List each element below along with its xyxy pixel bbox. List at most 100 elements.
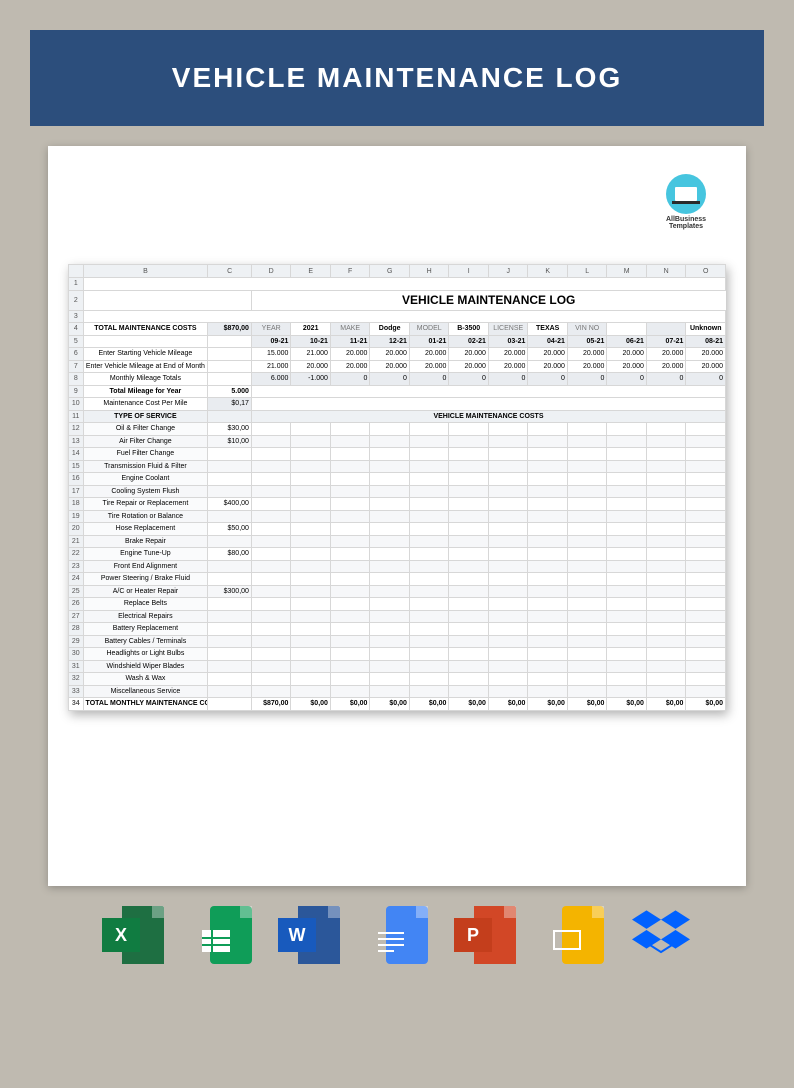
cell bbox=[291, 473, 331, 486]
cell bbox=[449, 448, 489, 461]
cell bbox=[488, 585, 528, 598]
cell bbox=[409, 685, 449, 698]
cell bbox=[330, 510, 370, 523]
cell bbox=[370, 598, 410, 611]
cell bbox=[607, 498, 647, 511]
cell bbox=[251, 610, 291, 623]
service-name: Windshield Wiper Blades bbox=[83, 660, 208, 673]
cell bbox=[370, 423, 410, 436]
cell bbox=[607, 598, 647, 611]
cell bbox=[330, 460, 370, 473]
mileage-val: 15.000 bbox=[251, 348, 291, 361]
col-header: F bbox=[330, 265, 370, 278]
mileage-val: 20.000 bbox=[488, 348, 528, 361]
cell bbox=[686, 510, 726, 523]
row-header: 2 bbox=[69, 290, 84, 310]
cell bbox=[607, 485, 647, 498]
service-name: A/C or Heater Repair bbox=[83, 585, 208, 598]
cell bbox=[686, 535, 726, 548]
info-val: Unknown bbox=[686, 323, 726, 336]
mileage-val: 20.000 bbox=[646, 348, 686, 361]
google-slides-icon[interactable] bbox=[542, 906, 604, 968]
document-preview: AllBusiness Templates BCDEFGHIJKLMNO12VE… bbox=[48, 146, 746, 886]
cell bbox=[208, 360, 252, 373]
info-val: 2021 bbox=[291, 323, 331, 336]
mileage-val: 0 bbox=[567, 373, 607, 386]
service-name: Oil & Filter Change bbox=[83, 423, 208, 436]
word-icon[interactable]: W bbox=[278, 906, 340, 968]
cell bbox=[409, 473, 449, 486]
service-cost bbox=[208, 573, 252, 586]
cell bbox=[291, 610, 331, 623]
cell bbox=[330, 523, 370, 536]
cell bbox=[251, 423, 291, 436]
cell bbox=[528, 598, 568, 611]
row-header: 12 bbox=[69, 423, 84, 436]
cell bbox=[528, 660, 568, 673]
cell bbox=[528, 448, 568, 461]
row-header: 34 bbox=[69, 698, 84, 711]
row-header: 3 bbox=[69, 310, 84, 323]
cell bbox=[528, 423, 568, 436]
type-header: TYPE OF SERVICE bbox=[83, 410, 208, 423]
cell bbox=[330, 423, 370, 436]
cell bbox=[409, 673, 449, 686]
cell bbox=[291, 510, 331, 523]
powerpoint-icon[interactable]: P bbox=[454, 906, 516, 968]
cell bbox=[567, 673, 607, 686]
service-cost bbox=[208, 448, 252, 461]
cell bbox=[409, 598, 449, 611]
col-header: M bbox=[607, 265, 647, 278]
cell bbox=[251, 498, 291, 511]
mileage-val: 20.000 bbox=[449, 360, 489, 373]
dropbox-icon[interactable] bbox=[630, 906, 692, 968]
mileage-val: 20.000 bbox=[528, 348, 568, 361]
mileage-val: 20.000 bbox=[370, 360, 410, 373]
cell bbox=[528, 435, 568, 448]
cell bbox=[251, 685, 291, 698]
cell bbox=[686, 673, 726, 686]
google-docs-icon[interactable] bbox=[366, 906, 428, 968]
cell bbox=[370, 548, 410, 561]
service-cost bbox=[208, 510, 252, 523]
row-header: 4 bbox=[69, 323, 84, 336]
service-name: Cooling System Flush bbox=[83, 485, 208, 498]
cell bbox=[330, 635, 370, 648]
cell bbox=[607, 448, 647, 461]
info-key: MODEL bbox=[409, 323, 449, 336]
cell bbox=[291, 485, 331, 498]
cell bbox=[488, 535, 528, 548]
cell bbox=[528, 535, 568, 548]
cell bbox=[370, 435, 410, 448]
row-header: 21 bbox=[69, 535, 84, 548]
cell bbox=[330, 473, 370, 486]
footer-val: $0,00 bbox=[370, 698, 410, 711]
cell bbox=[449, 560, 489, 573]
cell bbox=[449, 510, 489, 523]
cell bbox=[449, 573, 489, 586]
row-header: 31 bbox=[69, 660, 84, 673]
excel-icon[interactable]: X bbox=[102, 906, 164, 968]
info-val bbox=[607, 323, 647, 336]
mileage-val: 20.000 bbox=[488, 360, 528, 373]
cell bbox=[409, 573, 449, 586]
cell bbox=[646, 648, 686, 661]
cell bbox=[607, 560, 647, 573]
row-header: 26 bbox=[69, 598, 84, 611]
month-header: 02-21 bbox=[449, 335, 489, 348]
cell bbox=[370, 648, 410, 661]
service-cost bbox=[208, 485, 252, 498]
cell bbox=[291, 573, 331, 586]
row-header: 19 bbox=[69, 510, 84, 523]
google-sheets-icon[interactable] bbox=[190, 906, 252, 968]
cell bbox=[291, 585, 331, 598]
mileage-val: 20.000 bbox=[528, 360, 568, 373]
row-header: 13 bbox=[69, 435, 84, 448]
footer-val: $0,00 bbox=[567, 698, 607, 711]
cell bbox=[208, 335, 252, 348]
cell bbox=[528, 485, 568, 498]
cell bbox=[567, 510, 607, 523]
cell bbox=[251, 485, 291, 498]
cell bbox=[686, 460, 726, 473]
cell bbox=[370, 660, 410, 673]
